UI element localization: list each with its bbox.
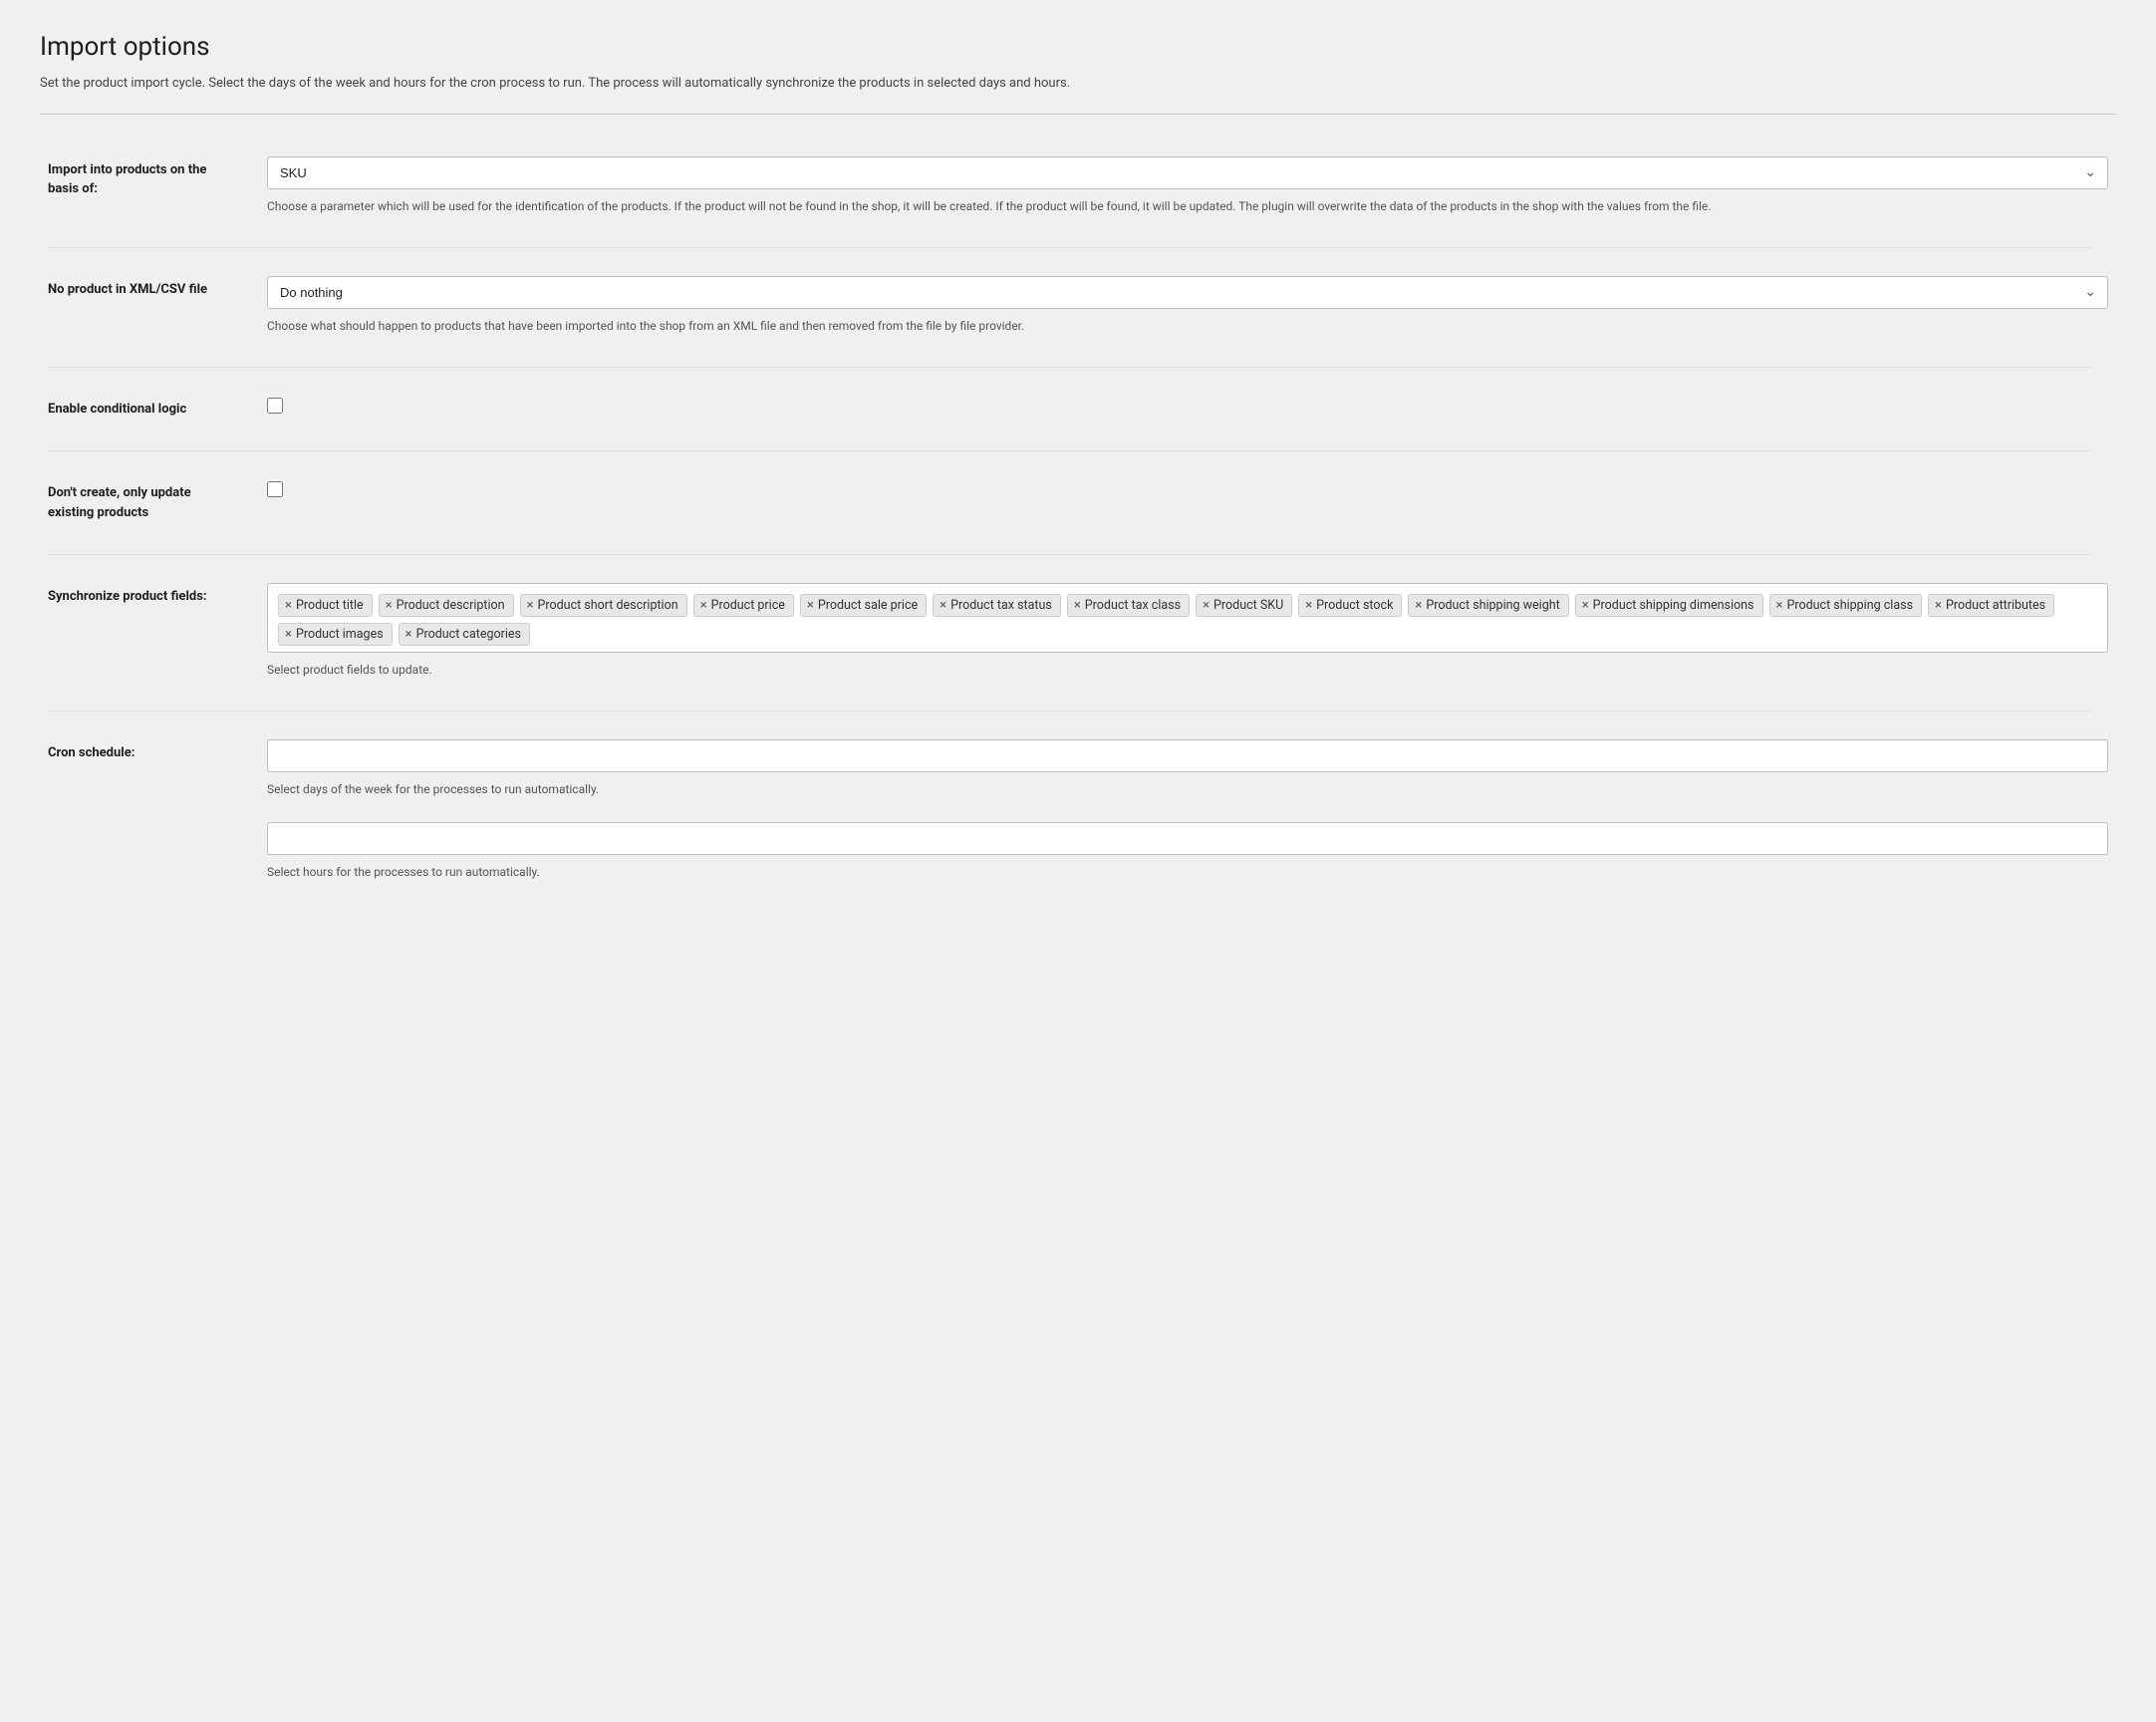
tag-remove-icon: × [1203,599,1210,612]
no-product-help: Choose what should happen to products th… [267,317,2108,335]
tag-remove-icon: × [405,628,412,641]
tag-remove-icon: × [1305,599,1312,612]
conditional-logic-field [259,382,2116,433]
no-product-field: Do nothing Delete product Draft product … [259,262,2116,349]
tag-product-sku[interactable]: ×Product SKU [1196,594,1292,617]
divider [40,114,2116,115]
row-separator [48,711,2092,712]
cron-hours-input[interactable] [267,822,2108,855]
page-title: Import options [40,32,2116,62]
row-separator [48,450,2092,451]
only-update-row: Don't create, only update existing produ… [40,465,2116,536]
cron-hours-help: Select hours for the processes to run au… [267,863,2108,881]
tag-product-images[interactable]: ×Product images [278,623,393,646]
tag-product-title[interactable]: ×Product title [278,594,373,617]
only-update-field [259,465,2116,536]
tag-product-short-description[interactable]: ×Product short description [520,594,687,617]
cron-days-help: Select days of the week for the processe… [267,780,2108,798]
tag-product-sale-price[interactable]: ×Product sale price [800,594,927,617]
import-basis-label: Import into products on the basis of: [40,143,259,229]
no-product-select-wrapper: Do nothing Delete product Draft product … [267,276,2108,309]
tag-remove-icon: × [807,599,814,612]
tag-product-tax-class[interactable]: ×Product tax class [1067,594,1190,617]
tag-remove-icon: × [1074,599,1081,612]
tag-product-attributes[interactable]: ×Product attributes [1928,594,2054,617]
sync-fields-label: Synchronize product fields: [40,569,259,693]
sync-fields-help: Select product fields to update. [267,661,2108,679]
row-separator [48,554,2092,555]
cron-schedule-row: Cron schedule: Select days of the week f… [40,725,2116,895]
tag-product-shipping-weight[interactable]: ×Product shipping weight [1408,594,1568,617]
tag-remove-icon: × [386,599,393,612]
tag-remove-icon: × [1935,599,1942,612]
tag-remove-icon: × [527,599,534,612]
import-basis-select[interactable]: SKU ID Slug [267,156,2108,189]
tag-product-tax-status[interactable]: ×Product tax status [933,594,1061,617]
only-update-label: Don't create, only update existing produ… [40,465,259,536]
tag-remove-icon: × [285,599,292,612]
tag-remove-icon: × [700,599,707,612]
conditional-logic-checkbox[interactable] [267,398,283,414]
sync-fields-tags-container[interactable]: ×Product title ×Product description ×Produ… [267,583,2108,653]
tag-remove-icon: × [940,599,946,612]
no-product-label: No product in XML/CSV file [40,262,259,349]
tag-product-description[interactable]: ×Product description [379,594,514,617]
no-product-row: No product in XML/CSV file Do nothing De… [40,262,2116,349]
tag-product-price[interactable]: ×Product price [693,594,794,617]
tag-product-categories[interactable]: ×Product categories [399,623,530,646]
row-separator [48,367,2092,368]
tag-remove-icon: × [1582,599,1589,612]
tag-remove-icon: × [1415,599,1422,612]
sync-fields-field: ×Product title ×Product description ×Produ… [259,569,2116,693]
tag-product-shipping-dimensions[interactable]: ×Product shipping dimensions [1575,594,1763,617]
only-update-checkbox[interactable] [267,481,283,497]
import-basis-help: Choose a parameter which will be used fo… [267,197,2108,215]
import-basis-select-wrapper: SKU ID Slug ⌄ [267,156,2108,189]
conditional-logic-row: Enable conditional logic [40,382,2116,433]
no-product-select[interactable]: Do nothing Delete product Draft product [267,276,2108,309]
settings-table: Import into products on the basis of: SK… [40,143,2116,896]
cron-schedule-field: Select days of the week for the processe… [259,725,2116,895]
import-basis-row: Import into products on the basis of: SK… [40,143,2116,229]
sync-fields-row: Synchronize product fields: ×Product tit… [40,569,2116,693]
cron-schedule-label: Cron schedule: [40,725,259,895]
cron-days-input[interactable] [267,739,2108,772]
tag-remove-icon: × [1776,599,1783,612]
import-basis-field: SKU ID Slug ⌄ Choose a parameter which w… [259,143,2116,229]
tag-remove-icon: × [285,628,292,641]
tag-product-stock[interactable]: ×Product stock [1298,594,1402,617]
page-description: Set the product import cycle. Select the… [40,74,2116,94]
row-separator [48,247,2092,248]
tag-product-shipping-class[interactable]: ×Product shipping class [1769,594,1923,617]
conditional-logic-label: Enable conditional logic [40,382,259,433]
